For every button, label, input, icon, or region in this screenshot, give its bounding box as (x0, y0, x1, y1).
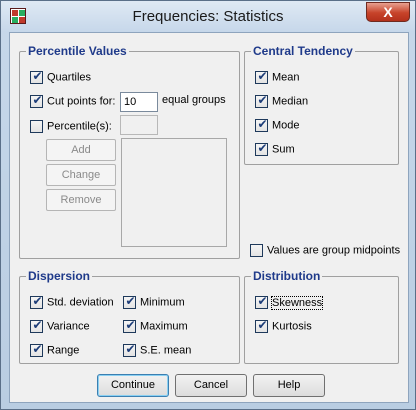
checkmark-icon: ✔ (257, 318, 268, 332)
checkmark-icon: ✔ (32, 69, 43, 83)
checkbox-box[interactable]: ✔ (123, 294, 136, 309)
checkmark-icon: ✔ (257, 141, 268, 155)
help-button[interactable]: Help (253, 374, 325, 397)
kurtosis-label: Kurtosis (272, 320, 312, 333)
continue-button[interactable]: Continue (97, 374, 169, 397)
checkbox-box[interactable]: ✔ (30, 342, 43, 357)
cut-points-input[interactable] (120, 92, 158, 112)
checkmark-icon: ✔ (125, 294, 136, 308)
mode-checkbox[interactable]: ✔ Mode (255, 117, 300, 135)
checkbox-box[interactable] (30, 120, 43, 133)
central-tendency-title: Central Tendency (251, 44, 355, 58)
median-label: Median (272, 95, 309, 108)
percentile-values-group: Percentile Values ✔ Quartiles ✔ Cut points… (19, 44, 240, 259)
title-bar[interactable]: Frequencies: Statistics X (1, 1, 415, 32)
variance-checkbox[interactable]: ✔ Variance (30, 318, 90, 336)
minimum-checkbox[interactable]: ✔ Minimum (123, 294, 185, 312)
checkbox-box[interactable]: ✔ (30, 93, 43, 108)
checkbox-box[interactable]: ✔ (255, 141, 268, 156)
checkmark-icon: ✔ (257, 294, 268, 308)
se-mean-checkbox[interactable]: ✔ S.E. mean (123, 342, 192, 360)
central-tendency-group: Central Tendency ✔ Mean ✔ Median ✔ Mode ✔ Su… (244, 44, 399, 165)
checkmark-icon: ✔ (32, 342, 43, 356)
maximum-checkbox[interactable]: ✔ Maximum (123, 318, 188, 336)
distribution-group: Distribution ✔ Skewness ✔ Kurtosis (244, 269, 399, 364)
distribution-title: Distribution (251, 269, 323, 283)
close-icon[interactable]: X (366, 2, 410, 22)
checkbox-box[interactable]: ✔ (123, 318, 136, 333)
checkbox-box[interactable]: ✔ (255, 294, 268, 309)
cancel-button[interactable]: Cancel (175, 374, 247, 397)
remove-button[interactable]: Remove (46, 189, 116, 211)
std-deviation-checkbox[interactable]: ✔ Std. deviation (30, 294, 114, 312)
group-midpoints-checkbox[interactable]: Values are group midpoints (250, 244, 400, 260)
mean-checkbox[interactable]: ✔ Mean (255, 69, 300, 87)
skewness-label: Skewness (270, 295, 324, 310)
dispersion-group: Dispersion ✔ Std. deviation ✔ Minimum ✔ Var… (19, 269, 240, 364)
checkbox-box[interactable]: ✔ (255, 318, 268, 333)
checkbox-box[interactable]: ✔ (255, 93, 268, 108)
checkmark-icon: ✔ (257, 93, 268, 107)
checkmark-icon: ✔ (32, 294, 43, 308)
percentile-listbox[interactable] (121, 138, 227, 247)
range-checkbox[interactable]: ✔ Range (30, 342, 80, 360)
group-midpoints-label: Values are group midpoints (267, 244, 401, 257)
checkmark-icon: ✔ (32, 318, 43, 332)
quartiles-label: Quartiles (47, 71, 92, 84)
percentile-values-title: Percentile Values (26, 44, 129, 58)
dispersion-title: Dispersion (26, 269, 93, 283)
percentile-input[interactable] (120, 115, 158, 135)
median-checkbox[interactable]: ✔ Median (255, 93, 309, 111)
checkbox-box[interactable]: ✔ (123, 342, 136, 357)
std-deviation-label: Std. deviation (47, 296, 114, 309)
mode-label: Mode (272, 119, 300, 132)
quartiles-checkbox[interactable]: ✔ Quartiles (30, 69, 92, 87)
se-mean-label: S.E. mean (140, 344, 192, 357)
dialog-window: Frequencies: Statistics X Percentile Val… (0, 0, 416, 410)
equal-groups-label: equal groups (162, 94, 226, 106)
change-button[interactable]: Change (46, 164, 116, 186)
mean-label: Mean (272, 71, 300, 84)
checkbox-box[interactable]: ✔ (30, 69, 43, 84)
checkmark-icon: ✔ (125, 342, 136, 356)
cut-points-checkbox[interactable]: ✔ Cut points for: (30, 93, 116, 111)
cut-points-label: Cut points for: (47, 95, 116, 108)
window-title: Frequencies: Statistics (132, 8, 284, 25)
add-button[interactable]: Add (46, 139, 116, 161)
maximum-label: Maximum (140, 320, 188, 333)
checkbox-box[interactable]: ✔ (255, 69, 268, 84)
checkbox-box[interactable]: ✔ (30, 294, 43, 309)
range-label: Range (47, 344, 80, 357)
checkmark-icon: ✔ (125, 318, 136, 332)
checkmark-icon: ✔ (257, 117, 268, 131)
checkbox-box[interactable] (250, 244, 263, 257)
checkmark-icon: ✔ (257, 69, 268, 83)
sum-checkbox[interactable]: ✔ Sum (255, 141, 295, 159)
dialog-body: Percentile Values ✔ Quartiles ✔ Cut points… (9, 32, 409, 403)
sum-label: Sum (272, 143, 295, 156)
variance-label: Variance (47, 320, 90, 333)
checkbox-box[interactable]: ✔ (30, 318, 43, 333)
minimum-label: Minimum (140, 296, 185, 309)
kurtosis-checkbox[interactable]: ✔ Kurtosis (255, 318, 312, 336)
percentiles-label: Percentile(s): (47, 120, 112, 133)
checkmark-icon: ✔ (32, 93, 43, 107)
percentiles-checkbox[interactable]: Percentile(s): (30, 120, 112, 136)
skewness-checkbox[interactable]: ✔ Skewness (255, 294, 324, 312)
checkbox-box[interactable]: ✔ (255, 117, 268, 132)
